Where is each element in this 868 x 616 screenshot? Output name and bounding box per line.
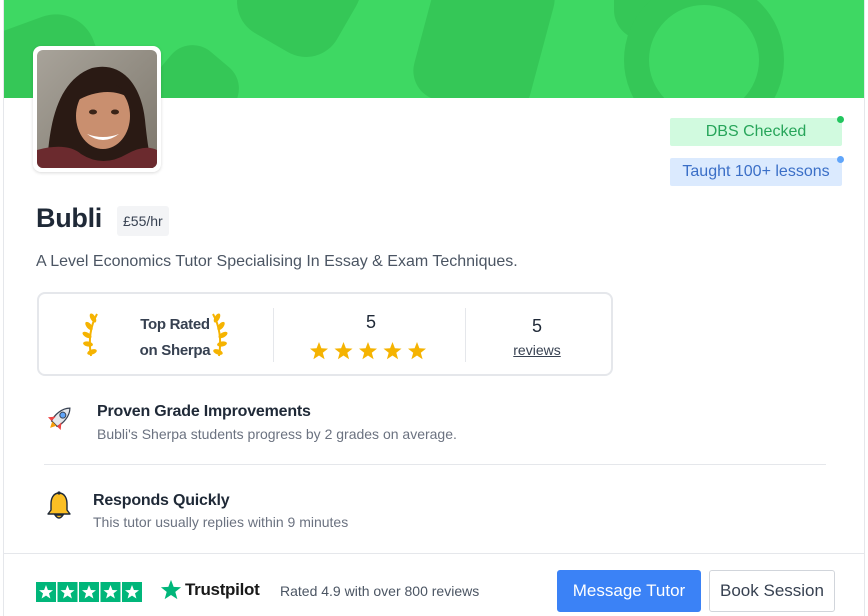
hourly-rate-badge: £55/hr: [117, 206, 169, 236]
dbs-checked-badge: DBS Checked: [670, 118, 842, 146]
reviews-link[interactable]: reviews: [497, 342, 577, 358]
lessons-taught-badge: Taught 100+ lessons: [670, 158, 842, 186]
trustpilot-box-star-icon: [100, 582, 121, 602]
feature-description: This tutor usually replies within 9 minu…: [93, 514, 349, 530]
dbs-status-dot: [837, 116, 844, 123]
star-icon: [310, 342, 328, 360]
tutor-name: Bubli: [36, 203, 102, 233]
feature-divider: [44, 464, 826, 465]
lessons-status-dot: [837, 156, 844, 163]
trustpilot-box-star-icon: [122, 582, 142, 602]
review-count: 5: [531, 316, 542, 336]
avatar: [37, 50, 157, 168]
avatar-frame: [33, 46, 161, 172]
feature-description: Bubli's Sherpa students progress by 2 gr…: [97, 426, 457, 442]
rocket-icon: [47, 407, 71, 431]
tutor-headline: A Level Economics Tutor Specialising In …: [36, 253, 518, 270]
trustpilot-box-star-icon: [79, 582, 99, 602]
laurel-right-icon: [212, 313, 228, 357]
rating-value: 5: [365, 312, 376, 332]
trustpilot-name: Trustpilot: [185, 580, 260, 599]
trustpilot-stars: [36, 582, 142, 602]
feature-title: Proven Grade Improvements: [97, 403, 311, 420]
feature-title: Responds Quickly: [93, 492, 230, 509]
trustpilot-logo: Trustpilot: [160, 576, 260, 604]
bell-icon: [47, 491, 71, 519]
laurel-left-icon: [82, 313, 98, 357]
trustpilot-box-star-icon: [57, 582, 78, 602]
trustpilot-box-star-icon: [36, 582, 56, 602]
star-icon: [334, 342, 353, 360]
rating-stars: [310, 342, 426, 360]
star-icon: [359, 342, 377, 360]
stats-divider: [465, 308, 466, 362]
trustpilot-rating-text: Rated 4.9 with over 800 reviews: [280, 583, 480, 599]
star-icon: [408, 342, 426, 360]
trustpilot-star-icon: [160, 579, 182, 600]
stats-panel: Top Rated on Sherpa 5 5 reviews: [37, 292, 613, 376]
message-tutor-button[interactable]: Message Tutor: [557, 570, 701, 612]
book-session-button[interactable]: Book Session: [709, 570, 835, 612]
profile-footer: Trustpilot Rated 4.9 with over 800 revie…: [4, 553, 864, 616]
star-icon: [383, 342, 402, 360]
tutor-profile-card: DBS Checked Taught 100+ lessons Bubli £5…: [3, 0, 865, 616]
